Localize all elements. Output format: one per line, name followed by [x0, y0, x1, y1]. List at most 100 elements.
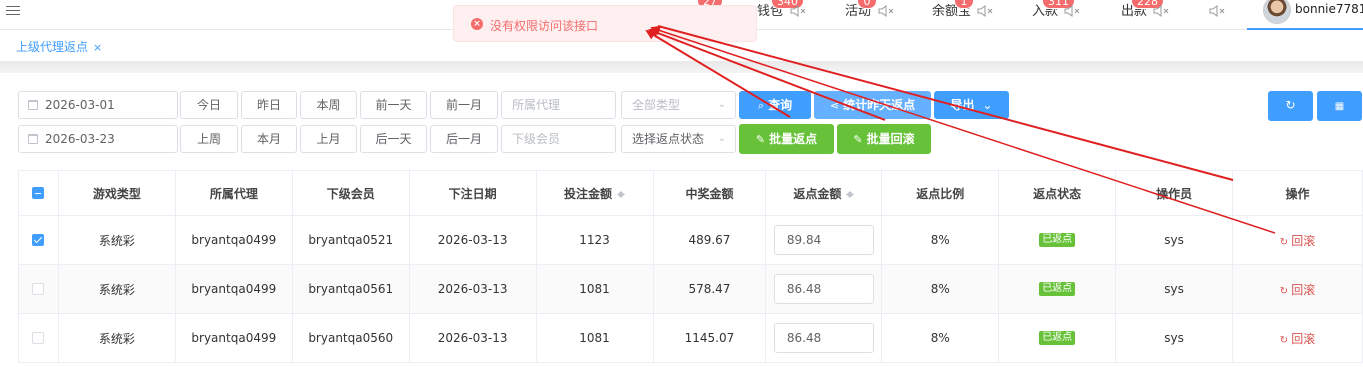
quick-last-week-button[interactable]: 上周	[180, 125, 238, 153]
member-input[interactable]: 下级会员	[501, 125, 616, 153]
rollback-link[interactable]: ↻ 回滚	[1280, 232, 1315, 249]
mute-icon[interactable]	[1064, 5, 1082, 17]
header-select-cell	[19, 171, 59, 215]
user-menu[interactable]: bonnie7781	[1247, 0, 1363, 30]
rollback-label: 回滚	[1291, 282, 1316, 297]
end-date-value: 2026-03-23	[45, 132, 115, 146]
header-rebate-amount-label: 返点金额	[793, 186, 842, 201]
cell-status: 已返点	[999, 216, 1117, 264]
cell-rebate: 89.84	[766, 216, 883, 264]
quick-this-week-button[interactable]: 本周	[300, 91, 357, 119]
chevron-down-icon: ⌄	[717, 99, 726, 110]
rollback-label: 回滚	[1291, 233, 1316, 248]
chevron-down-icon: ⌄	[717, 133, 726, 144]
rollback-link[interactable]: ↻ 回滚	[1280, 330, 1315, 347]
quick-today-button[interactable]: 今日	[180, 91, 238, 119]
header-member: 下级会员	[293, 171, 410, 215]
quick-last-month-button[interactable]: 上月	[300, 125, 357, 153]
refresh-button[interactable]: ↻	[1268, 91, 1313, 121]
cell-member: bryantqa0521	[293, 216, 410, 264]
cell-ratio: 8%	[882, 216, 1000, 264]
cell-date: 2026-03-13	[410, 265, 537, 313]
batch-rollback-button[interactable]: ✎ 批量回滚	[837, 124, 931, 154]
batch-rebate-button[interactable]: ✎ 批量返点	[739, 124, 834, 154]
header-rebate-ratio: 返点比例	[882, 171, 1000, 215]
quick-prev-day-button[interactable]: 前一天	[360, 91, 427, 119]
row-select-cell	[19, 314, 59, 362]
header-rebate-status: 返点状态	[999, 171, 1117, 215]
nav-item-withdraw[interactable]: 出款 228	[1121, 0, 1191, 30]
quick-next-month-button[interactable]: 后一月	[430, 125, 498, 153]
type-select[interactable]: 全部类型 ⌄	[621, 91, 736, 119]
table-header: 游戏类型 所属代理 下级会员 下注日期 投注金额 中奖金额 返点金额 返点比例 …	[19, 171, 1363, 216]
cell-action: ↻ 回滚	[1233, 314, 1363, 362]
rollback-label: 回滚	[1291, 331, 1316, 346]
table-row: 系统彩 bryantqa0499 bryantqa0521 2026-03-13…	[19, 216, 1363, 265]
nav-item-deposit[interactable]: 入款 311	[1032, 0, 1102, 30]
cell-game-type: 系统彩	[59, 265, 176, 313]
mute-icon[interactable]	[878, 5, 896, 17]
quick-next-day-button[interactable]: 后一天	[360, 125, 427, 153]
header-agent: 所属代理	[176, 171, 293, 215]
nav-item-activity[interactable]: 活动 0	[845, 0, 915, 30]
header-operator: 操作员	[1116, 171, 1234, 215]
row-select-cell	[19, 216, 59, 264]
rebate-amount-input[interactable]: 86.48	[773, 323, 874, 353]
stats-yesterday-button[interactable]: ⋖ 统计昨天返点	[814, 91, 931, 119]
export-label: 导出	[950, 98, 975, 112]
cell-agent: bryantqa0499	[176, 265, 293, 313]
close-icon[interactable]: ×	[93, 41, 102, 54]
row-checkbox[interactable]	[32, 332, 45, 344]
mute-icon[interactable]	[1153, 5, 1171, 17]
nav-item-yuebao[interactable]: 余额宝 1	[932, 0, 1002, 30]
mute-icon[interactable]	[977, 5, 995, 17]
end-date-picker[interactable]: 2026-03-23	[18, 125, 178, 153]
share-icon: ⋖	[829, 99, 840, 112]
mute-icon[interactable]	[1209, 5, 1227, 17]
row-select-cell	[19, 265, 59, 313]
cell-member: bryantqa0560	[293, 314, 410, 362]
refresh-icon: ↻	[1279, 334, 1289, 346]
start-date-picker[interactable]: 2026-03-01	[18, 91, 178, 119]
mute-icon[interactable]	[790, 5, 808, 17]
cell-game-type: 系统彩	[59, 216, 176, 264]
avatar[interactable]	[1263, 0, 1291, 24]
tabbar-divider	[0, 61, 1363, 73]
grid-icon: ▦	[1334, 101, 1345, 112]
tab-agent-rebate[interactable]: 上级代理返点 ×	[16, 38, 102, 55]
quick-this-month-button[interactable]: 本月	[241, 125, 297, 153]
select-all-checkbox[interactable]	[32, 187, 45, 199]
cell-date: 2026-03-13	[410, 216, 537, 264]
export-button[interactable]: 导出 ⌄	[934, 91, 1009, 119]
cell-agent: bryantqa0499	[176, 314, 293, 362]
nav-item-wallet[interactable]: 钱包 340	[757, 0, 827, 30]
agent-input[interactable]: 所属代理	[501, 91, 616, 119]
sort-icon[interactable]	[617, 187, 626, 199]
chevron-down-icon: ⌄	[982, 98, 993, 112]
quick-yesterday-button[interactable]: 昨日	[241, 91, 297, 119]
row-checkbox[interactable]	[32, 234, 45, 246]
sort-icon[interactable]	[846, 187, 855, 199]
cell-bet: 1123	[537, 216, 654, 264]
status-select[interactable]: 选择返点状态 ⌄	[621, 125, 736, 153]
quick-prev-month-button[interactable]: 前一月	[430, 91, 498, 119]
rebate-amount-input[interactable]: 89.84	[773, 225, 874, 255]
grid-view-button[interactable]: ▦	[1317, 91, 1362, 121]
rebate-amount-input[interactable]: 86.48	[773, 274, 874, 304]
row-checkbox[interactable]	[32, 283, 45, 295]
query-button[interactable]: ⌕ 查询	[739, 91, 811, 119]
error-toast: × 没有权限访问该接口	[453, 5, 757, 42]
cell-action: ↻ 回滚	[1233, 216, 1363, 264]
type-select-placeholder: 全部类型	[632, 98, 681, 112]
cell-date: 2026-03-13	[410, 314, 537, 362]
cell-agent: bryantqa0499	[176, 216, 293, 264]
header-win-amount: 中奖金额	[654, 171, 767, 215]
hamburger-menu-icon[interactable]	[6, 3, 20, 17]
header-rebate-amount[interactable]: 返点金额	[766, 171, 883, 215]
header-bet-amount[interactable]: 投注金额	[537, 171, 654, 215]
cell-status: 已返点	[999, 265, 1117, 313]
cell-status: 已返点	[999, 314, 1117, 362]
cell-operator: sys	[1116, 265, 1234, 313]
rollback-link[interactable]: ↻ 回滚	[1280, 281, 1315, 298]
badge-activity: 0	[857, 0, 877, 9]
